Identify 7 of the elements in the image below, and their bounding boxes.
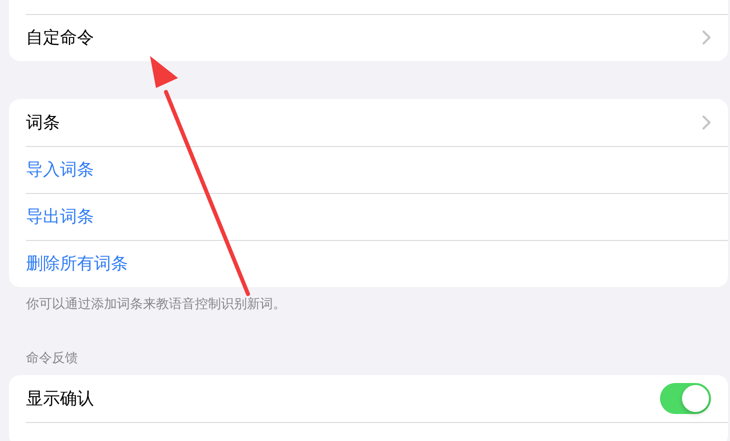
chevron-icon: [702, 115, 711, 130]
toggle-switch[interactable]: [660, 383, 711, 414]
chevron-icon: [702, 30, 711, 45]
footer-note: 你可以通过添加词条来教语音控制识别新词。: [25, 296, 287, 313]
settings-row[interactable]: 词条: [9, 99, 728, 146]
row-label: 显示确认: [26, 388, 95, 410]
section-header: 命令反馈: [25, 350, 79, 368]
